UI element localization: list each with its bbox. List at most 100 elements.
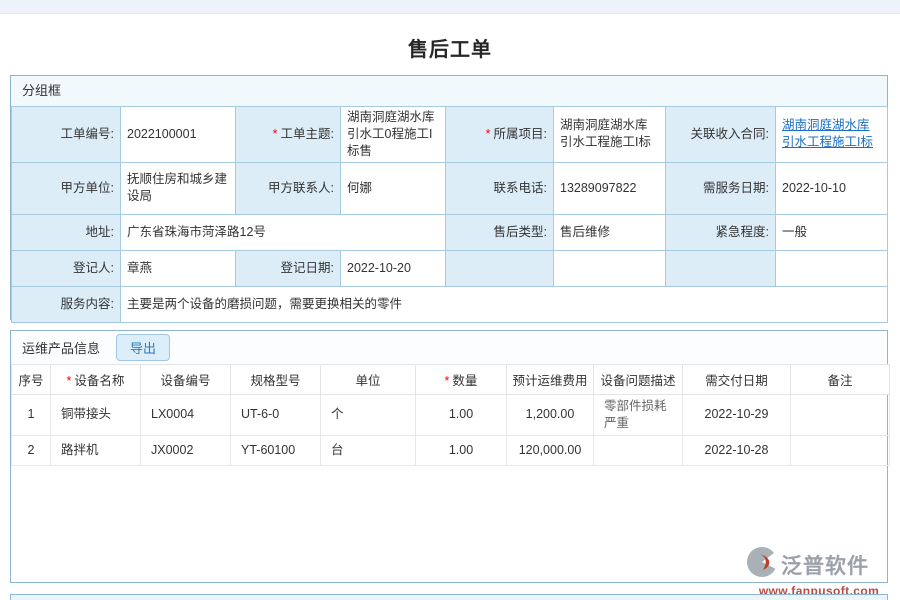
cell-due-date: 2022-10-29 — [683, 395, 791, 436]
label-urgency: 紧急程度: — [666, 214, 776, 250]
label-aftersale-type: 售后类型: — [446, 214, 554, 250]
income-contract-link[interactable]: 湖南洞庭湖水库引水工程施工I标 — [782, 118, 873, 149]
products-section-title: 运维产品信息 — [22, 338, 100, 357]
label-text: 登记日期: — [281, 261, 334, 275]
label-text: 地址: — [86, 225, 114, 239]
products-table: 序号 *设备名称 设备编号 规格型号 单位 *数量 预计运维费用 设备问题描述 … — [11, 364, 890, 466]
label-text: 工单主题: — [281, 127, 334, 141]
cell-device-code: JX0002 — [141, 435, 231, 465]
cell-device-name: 铜带接头 — [51, 395, 141, 436]
label-text: 紧急程度: — [716, 225, 769, 239]
label-text: 工单编号: — [61, 127, 114, 141]
label-text: 关联收入合同: — [691, 127, 769, 141]
col-header-device-code: 设备编号 — [141, 365, 231, 395]
next-section-partial-box — [10, 594, 888, 600]
cell-qty: 1.00 — [416, 395, 507, 436]
label-address: 地址: — [12, 214, 121, 250]
label-party-a-unit: 甲方单位: — [12, 162, 121, 214]
header-text: 设备名称 — [74, 374, 124, 388]
value-register-date: 2022-10-20 — [341, 250, 446, 286]
cell-issue: 零部件损耗严重 — [594, 395, 683, 436]
top-bar — [0, 0, 900, 14]
cell-seq: 2 — [12, 435, 51, 465]
value-aftersale-type: 售后维修 — [554, 214, 666, 250]
cell-qty: 1.00 — [416, 435, 507, 465]
col-header-cost: 预计运维费用 — [507, 365, 594, 395]
label-text: 甲方单位: — [61, 181, 114, 195]
cell-cost: 1,200.00 — [507, 395, 594, 436]
header-text: 需交付日期 — [705, 374, 768, 388]
cell-unit: 台 — [321, 435, 416, 465]
form-row-3: 地址: 广东省珠海市菏泽路12号 售后类型: 售后维修 紧急程度: 一般 — [12, 214, 888, 250]
label-order-no: 工单编号: — [12, 107, 121, 163]
header-text: 备注 — [827, 374, 852, 388]
value-party-a-unit: 抚顺住房和城乡建设局 — [121, 162, 236, 214]
header-text: 单位 — [355, 374, 380, 388]
value-address: 广东省珠海市菏泽路12号 — [121, 214, 446, 250]
required-asterisk: * — [273, 127, 278, 141]
order-form-table: 工单编号: 2022100001 *工单主题: 湖南洞庭湖水库引水工0程施工I标… — [11, 106, 888, 323]
header-text: 数量 — [452, 374, 477, 388]
label-text: 服务内容: — [61, 297, 114, 311]
page-title: 售后工单 — [0, 33, 900, 62]
cell-device-code: LX0004 — [141, 395, 231, 436]
group-box-header: 分组框 — [11, 76, 887, 106]
label-text: 售后类型: — [494, 225, 547, 239]
cell-device-name: 路拌机 — [51, 435, 141, 465]
empty-label-cell — [446, 250, 554, 286]
value-income-contract: 湖南洞庭湖水库引水工程施工I标 — [776, 107, 888, 163]
label-text: 需服务日期: — [703, 181, 769, 195]
cell-unit: 个 — [321, 395, 416, 436]
required-asterisk: * — [67, 374, 72, 388]
col-header-model: 规格型号 — [231, 365, 321, 395]
form-row-1: 工单编号: 2022100001 *工单主题: 湖南洞庭湖水库引水工0程施工I标… — [12, 107, 888, 163]
label-registrant: 登记人: — [12, 250, 121, 286]
label-text: 联系电话: — [494, 181, 547, 195]
label-subject: *工单主题: — [236, 107, 341, 163]
value-phone: 13289097822 — [554, 162, 666, 214]
value-urgency: 一般 — [776, 214, 888, 250]
label-text: 甲方联系人: — [268, 181, 334, 195]
label-project: *所属项目: — [446, 107, 554, 163]
cell-due-date: 2022-10-28 — [683, 435, 791, 465]
order-group-box: 分组框 工单编号: 2022100001 *工单主题: 湖南洞庭湖水库引水工0程… — [10, 75, 888, 320]
form-row-2: 甲方单位: 抚顺住房和城乡建设局 甲方联系人: 何娜 联系电话: 1328909… — [12, 162, 888, 214]
value-party-a-contact: 何娜 — [341, 162, 446, 214]
products-header-row: 序号 *设备名称 设备编号 规格型号 单位 *数量 预计运维费用 设备问题描述 … — [12, 365, 890, 395]
products-section-header: 运维产品信息 导出 — [11, 331, 887, 364]
cell-model: YT-60100 — [231, 435, 321, 465]
table-row: 2 路拌机 JX0002 YT-60100 台 1.00 120,000.00 … — [12, 435, 890, 465]
label-text: 所属项目: — [494, 127, 547, 141]
value-service-date: 2022-10-10 — [776, 162, 888, 214]
label-phone: 联系电话: — [446, 162, 554, 214]
cell-note — [791, 435, 890, 465]
form-row-5: 服务内容: 主要是两个设备的磨损问题，需要更换相关的零件 — [12, 286, 888, 322]
value-registrant: 章燕 — [121, 250, 236, 286]
cell-model: UT-6-0 — [231, 395, 321, 436]
table-row: 1 铜带接头 LX0004 UT-6-0 个 1.00 1,200.00 零部件… — [12, 395, 890, 436]
col-header-issue: 设备问题描述 — [594, 365, 683, 395]
value-subject: 湖南洞庭湖水库引水工0程施工I标售 — [341, 107, 446, 163]
empty-value-cell — [554, 250, 666, 286]
col-header-device-name: *设备名称 — [51, 365, 141, 395]
label-service-content: 服务内容: — [12, 286, 121, 322]
label-text: 登记人: — [73, 261, 114, 275]
header-text: 设备问题描述 — [600, 374, 675, 388]
header-text: 预计运维费用 — [512, 374, 587, 388]
export-button[interactable]: 导出 — [116, 334, 170, 361]
col-header-qty: *数量 — [416, 365, 507, 395]
value-project: 湖南洞庭湖水库引水工程施工I标 — [554, 107, 666, 163]
value-service-content: 主要是两个设备的磨损问题，需要更换相关的零件 — [121, 286, 888, 322]
label-party-a-contact: 甲方联系人: — [236, 162, 341, 214]
group-box-label: 分组框 — [22, 83, 61, 98]
col-header-note: 备注 — [791, 365, 890, 395]
cell-note — [791, 395, 890, 436]
brand-logo-icon — [746, 546, 778, 583]
header-text: 规格型号 — [250, 374, 300, 388]
brand-footer: 泛普软件 www.fanpusoft.com — [746, 546, 892, 598]
cell-cost: 120,000.00 — [507, 435, 594, 465]
label-income-contract: 关联收入合同: — [666, 107, 776, 163]
empty-value-cell — [776, 250, 888, 286]
label-register-date: 登记日期: — [236, 250, 341, 286]
screen: 售后工单 分组框 工单编号: 2022100001 *工单主题: 湖南洞庭湖水库… — [0, 0, 900, 600]
